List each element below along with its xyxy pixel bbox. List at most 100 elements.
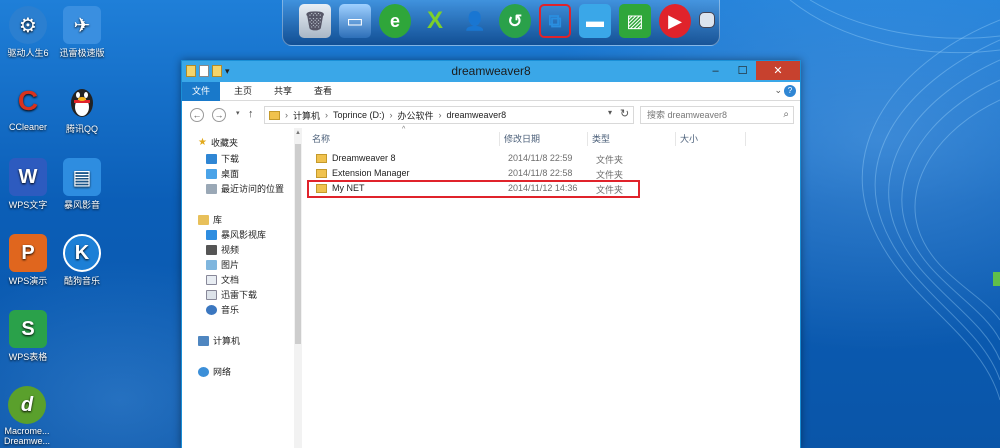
nav-videos[interactable]: 视频: [206, 243, 239, 256]
breadcrumb-dreamweaver8[interactable]: dreamweaver8: [447, 110, 507, 120]
column-header-name[interactable]: 名称: [308, 132, 500, 146]
wps-presentation-icon: P: [9, 234, 47, 272]
kugou-music-icon: K: [63, 234, 101, 272]
address-dropdown-icon[interactable]: ▾: [608, 108, 612, 117]
tab-view[interactable]: 查看: [304, 82, 342, 101]
small-square-icon[interactable]: [699, 12, 715, 28]
file-row[interactable]: Dreamweaver 8 2014/11/8 22:59 文件夹: [312, 151, 642, 166]
desktop-icon-baofeng[interactable]: ▤ 暴风影音: [54, 158, 110, 211]
nav-desktop[interactable]: 桌面: [206, 167, 239, 180]
gear-icon: ⚙: [9, 6, 47, 44]
excel-x-icon[interactable]: X: [419, 4, 451, 38]
address-row: ← → ▾ ↑ › 计算机 › Toprince (D:) › 办公软件 › d…: [182, 102, 800, 128]
nav-label: 库: [213, 215, 223, 225]
download-icon: [206, 153, 217, 164]
nav-scrollbar[interactable]: ▲: [294, 128, 302, 448]
desktop-icon: [206, 168, 217, 179]
nav-label: 最近访问的位置: [221, 184, 285, 194]
expand-ribbon-icon[interactable]: ⌄: [774, 85, 782, 96]
chevron-right-icon[interactable]: ›: [285, 110, 288, 120]
tab-file[interactable]: 文件: [182, 82, 221, 101]
nav-label: 迅雷下载: [221, 290, 258, 300]
download-folder-icon: [206, 289, 217, 300]
folder-icon[interactable]: ▬: [579, 4, 611, 38]
nav-thunder-downloads[interactable]: 迅雷下载: [206, 288, 257, 301]
column-header-date[interactable]: 修改日期: [500, 132, 588, 146]
desktop-icon-ccleaner[interactable]: C CCleaner: [0, 82, 56, 132]
help-icon[interactable]: ?: [784, 85, 796, 97]
chevron-right-icon[interactable]: ›: [325, 110, 328, 120]
file-type: 文件夹: [596, 155, 624, 165]
restore-icon[interactable]: ↺: [499, 4, 531, 38]
window-controls: – ☐ ✕: [702, 61, 800, 80]
tab-home[interactable]: 主页: [224, 82, 262, 101]
file-list: ^ 名称 修改日期 类型 大小 Dreamweaver 8 2014/11/8 …: [304, 126, 800, 448]
nav-baofeng-library[interactable]: 暴风影视库: [206, 228, 266, 241]
file-date: 2014/11/8 22:58: [508, 168, 573, 178]
explorer-window: ▾ dreamweaver8 – ☐ ✕ 文件 主页 共享 查看 ⌄ ? ← →…: [181, 60, 801, 448]
star-icon: ★: [198, 137, 207, 148]
breadcrumb-office-software[interactable]: 办公软件: [398, 109, 434, 122]
minimize-button[interactable]: –: [702, 61, 729, 80]
close-button[interactable]: ✕: [756, 61, 800, 80]
nav-music[interactable]: 音乐: [206, 303, 239, 316]
nav-label: 文档: [221, 275, 240, 285]
edge-tab[interactable]: [993, 272, 1000, 286]
navigation-pane: ★ 收藏夹 下载 桌面 最近访问的位置 库 暴风影视库 视频 图片 文档 迅雷下…: [182, 128, 304, 448]
column-header-size[interactable]: 大小: [676, 132, 746, 146]
search-input[interactable]: 搜索 dreamweaver8 ⌕: [640, 106, 794, 124]
chevron-right-icon[interactable]: ›: [390, 110, 393, 120]
desktop-icon-wps-spreadsheet[interactable]: S WPS表格: [0, 310, 56, 363]
tab-share[interactable]: 共享: [264, 82, 302, 101]
desktop-icon-wps-presentation[interactable]: P WPS演示: [0, 234, 56, 287]
file-date: 2014/11/8 22:59: [508, 153, 573, 163]
scroll-up-icon[interactable]: ▲: [295, 130, 301, 136]
back-button[interactable]: ←: [190, 108, 204, 122]
ie-browser-icon[interactable]: e: [379, 4, 411, 38]
nav-computer[interactable]: 计算机: [198, 334, 240, 347]
column-header-type[interactable]: 类型: [588, 132, 676, 146]
up-button[interactable]: ↑: [248, 108, 254, 120]
desktop-icon-label: WPS文字: [8, 200, 48, 210]
nav-downloads[interactable]: 下载: [206, 152, 239, 165]
search-icon[interactable]: ⌕: [783, 107, 789, 123]
breadcrumb-computer[interactable]: 计算机: [293, 109, 320, 122]
title-bar[interactable]: ▾ dreamweaver8 – ☐ ✕: [182, 61, 800, 82]
address-bar[interactable]: › 计算机 › Toprince (D:) › 办公软件 › dreamweav…: [264, 106, 634, 124]
recycle-bin-icon[interactable]: 🗑: [299, 4, 331, 38]
breadcrumb-drive[interactable]: Toprince (D:): [333, 110, 385, 120]
desktop-icon-qq[interactable]: 腾讯QQ: [54, 82, 110, 135]
nav-label: 音乐: [221, 305, 240, 315]
desktop-icon-wps-writer[interactable]: W WPS文字: [0, 158, 56, 211]
file-row[interactable]: Extension Manager 2014/11/8 22:58 文件夹: [312, 166, 642, 181]
refresh-icon[interactable]: ↻: [620, 107, 629, 120]
top-dock: 🗑 ▭ e X 👤 ↺ ⧉ ▬ ▨ ▶: [282, 0, 720, 46]
desktop-icon-label: 暴风影音: [63, 200, 100, 210]
forward-button[interactable]: →: [212, 108, 226, 122]
nav-pictures[interactable]: 图片: [206, 258, 239, 271]
network-icon[interactable]: ⧉: [539, 4, 571, 38]
scroll-thumb[interactable]: [295, 144, 301, 344]
folder-icon: [316, 169, 327, 178]
library-icon: [198, 214, 209, 225]
nav-libraries[interactable]: 库: [198, 213, 222, 226]
user-icon[interactable]: 👤: [459, 4, 491, 38]
desktop-icon-drivers[interactable]: ⚙ 驱动人生6: [0, 6, 56, 59]
nav-documents[interactable]: 文档: [206, 273, 239, 286]
video-library-icon: [206, 229, 217, 240]
chevron-right-icon[interactable]: ›: [439, 110, 442, 120]
desktop-icon-dreamweaver[interactable]: d Macrome... Dreamwe...: [0, 386, 54, 448]
nav-network[interactable]: 网络: [198, 365, 231, 378]
picture-icon[interactable]: ▨: [619, 4, 651, 38]
recent-locations-icon[interactable]: ▾: [236, 109, 240, 117]
computer-icon[interactable]: ▭: [339, 4, 371, 38]
picture-icon: [206, 259, 217, 270]
nav-favorites[interactable]: ★ 收藏夹: [198, 136, 238, 149]
desktop-icon-label: WPS表格: [8, 352, 48, 362]
media-play-icon[interactable]: ▶: [659, 4, 691, 38]
desktop-icon-kugou[interactable]: K 酷狗音乐: [54, 234, 110, 287]
nav-label: 下载: [221, 154, 240, 164]
desktop-icon-thunder[interactable]: ✈ 迅雷极速版: [54, 6, 110, 59]
maximize-button[interactable]: ☐: [729, 61, 756, 80]
nav-recent-places[interactable]: 最近访问的位置: [206, 182, 284, 195]
